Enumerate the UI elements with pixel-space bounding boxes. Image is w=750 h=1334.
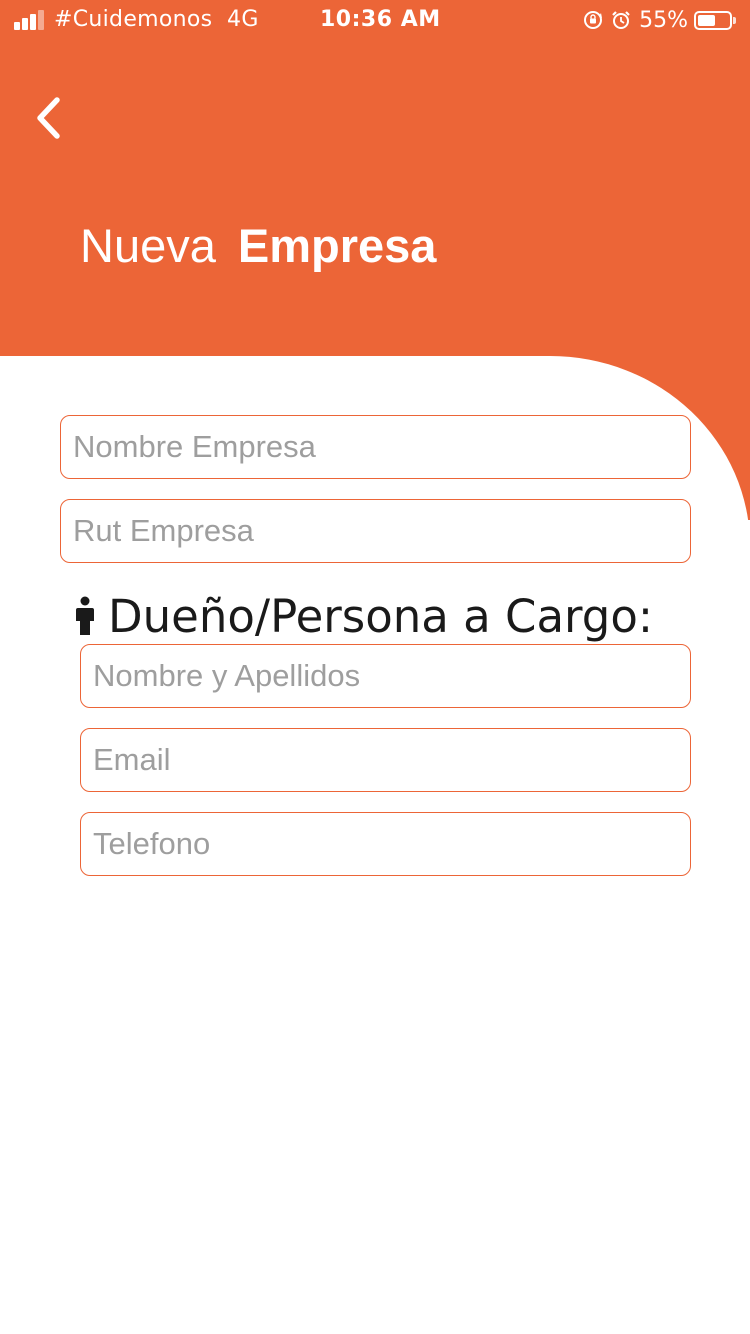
signal-icon (14, 10, 48, 30)
battery-percent: 55% (639, 7, 688, 33)
company-rut-field[interactable] (60, 499, 691, 563)
page-title-regular: Nueva (80, 219, 216, 272)
orientation-lock-icon (584, 11, 603, 29)
owner-name-input[interactable] (81, 645, 690, 707)
header-curve-decoration (550, 300, 750, 520)
person-icon (76, 596, 94, 635)
chevron-left-icon (37, 97, 60, 139)
company-name-input[interactable] (61, 416, 690, 478)
status-time: 10:36 AM (320, 7, 441, 32)
company-name-field[interactable] (60, 415, 691, 479)
owner-phone-field[interactable] (80, 812, 691, 876)
owner-section-header: Dueño/Persona a Cargo: (74, 588, 653, 644)
owner-phone-input[interactable] (81, 813, 690, 875)
battery-icon (694, 10, 732, 30)
page-title: Nueva Empresa (80, 218, 436, 273)
owner-email-field[interactable] (80, 728, 691, 792)
alarm-icon (612, 11, 630, 29)
owner-section-label: Dueño/Persona a Cargo: (108, 589, 654, 643)
back-button[interactable] (30, 96, 70, 140)
owner-name-field[interactable] (80, 644, 691, 708)
company-rut-input[interactable] (61, 500, 690, 562)
page-title-bold: Empresa (237, 219, 437, 272)
network-type: 4G (227, 7, 259, 32)
carrier-label: #Cuidemonos 4G (54, 7, 259, 32)
status-bar: #Cuidemonos 4G 10:36 AM 55% (0, 0, 750, 40)
owner-email-input[interactable] (81, 729, 690, 791)
